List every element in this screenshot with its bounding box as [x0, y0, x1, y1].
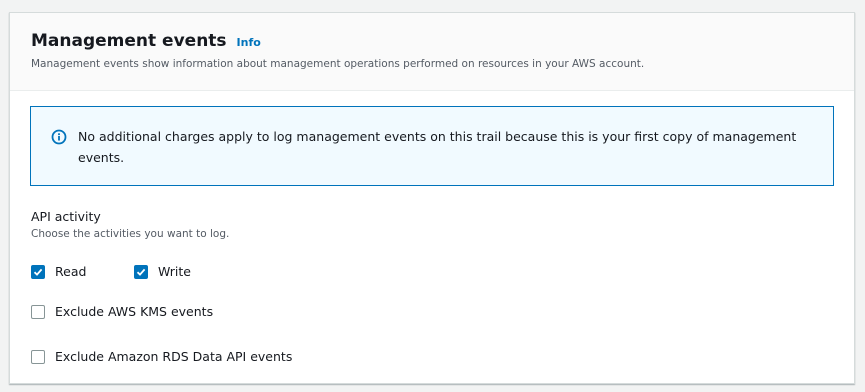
checkbox-unchecked-icon[interactable]	[31, 349, 45, 364]
panel-title: Management events	[31, 31, 227, 51]
api-activity-label: API activity	[31, 209, 101, 224]
exclude-kms-label: Exclude AWS KMS events	[55, 304, 214, 319]
read-label: Read	[55, 264, 87, 279]
checkbox-checked-icon[interactable]	[31, 264, 45, 279]
read-checkbox[interactable]: Read	[31, 264, 86, 279]
title-row: Management events Info	[31, 31, 854, 51]
info-alert: No additional charges apply to log manag…	[30, 106, 834, 186]
panel-description: Management events show information about…	[31, 58, 645, 70]
alert-text: No additional charges apply to log manag…	[78, 129, 797, 165]
checkbox-unchecked-icon[interactable]	[31, 304, 45, 319]
exclude-rds-checkbox[interactable]: Exclude Amazon RDS Data API events	[31, 349, 292, 364]
panel-header: Management events Info Management events…	[10, 13, 854, 91]
exclude-kms-checkbox[interactable]: Exclude AWS KMS events	[31, 304, 213, 319]
api-activity-description: Choose the activities you want to log.	[31, 228, 230, 240]
exclude-rds-label: Exclude Amazon RDS Data API events	[55, 349, 293, 364]
write-checkbox[interactable]: Write	[134, 264, 191, 279]
management-events-panel: Management events Info Management events…	[9, 12, 855, 384]
checkbox-checked-icon[interactable]	[134, 264, 148, 279]
info-icon	[51, 129, 67, 145]
info-link[interactable]: Info	[237, 36, 261, 49]
write-label: Write	[158, 264, 192, 279]
